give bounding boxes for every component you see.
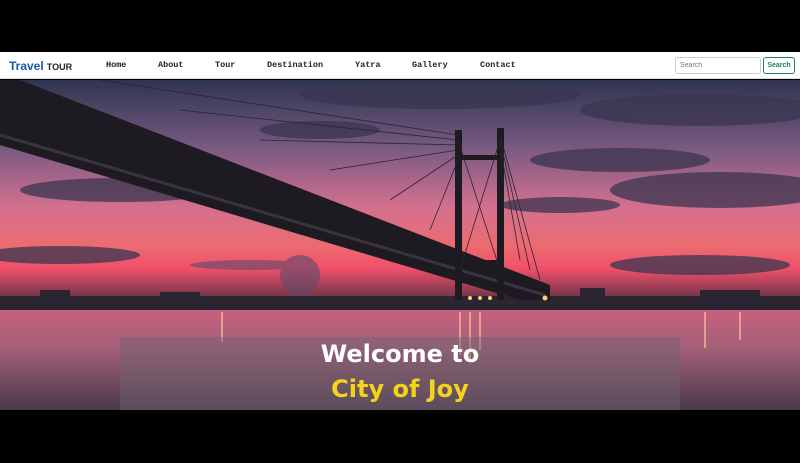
hero-caption: Welcome to City of Joy	[120, 337, 680, 410]
nav-item-home[interactable]: Home	[106, 60, 126, 70]
nav-item-gallery[interactable]: Gallery	[412, 60, 448, 70]
search-input[interactable]	[675, 57, 761, 74]
nav-item-destination[interactable]: Destination	[267, 60, 323, 70]
nav-item-contact[interactable]: Contact	[480, 60, 516, 70]
navbar: Travel TOUR Home About Tour Destination …	[0, 52, 800, 79]
nav-item-yatra[interactable]: Yatra	[355, 60, 381, 70]
brand-secondary: TOUR	[46, 62, 73, 72]
brand-logo[interactable]: Travel TOUR	[9, 59, 72, 73]
nav-item-about[interactable]: About	[158, 60, 184, 70]
hero-carousel: Welcome to City of Joy	[0, 80, 800, 410]
brand-primary: Travel	[9, 59, 44, 73]
search-button[interactable]: Search	[763, 57, 795, 74]
hero-caption-line1: Welcome to	[320, 340, 480, 368]
hero-caption-line2: City of Joy	[331, 375, 469, 403]
nav-item-tour[interactable]: Tour	[215, 60, 235, 70]
